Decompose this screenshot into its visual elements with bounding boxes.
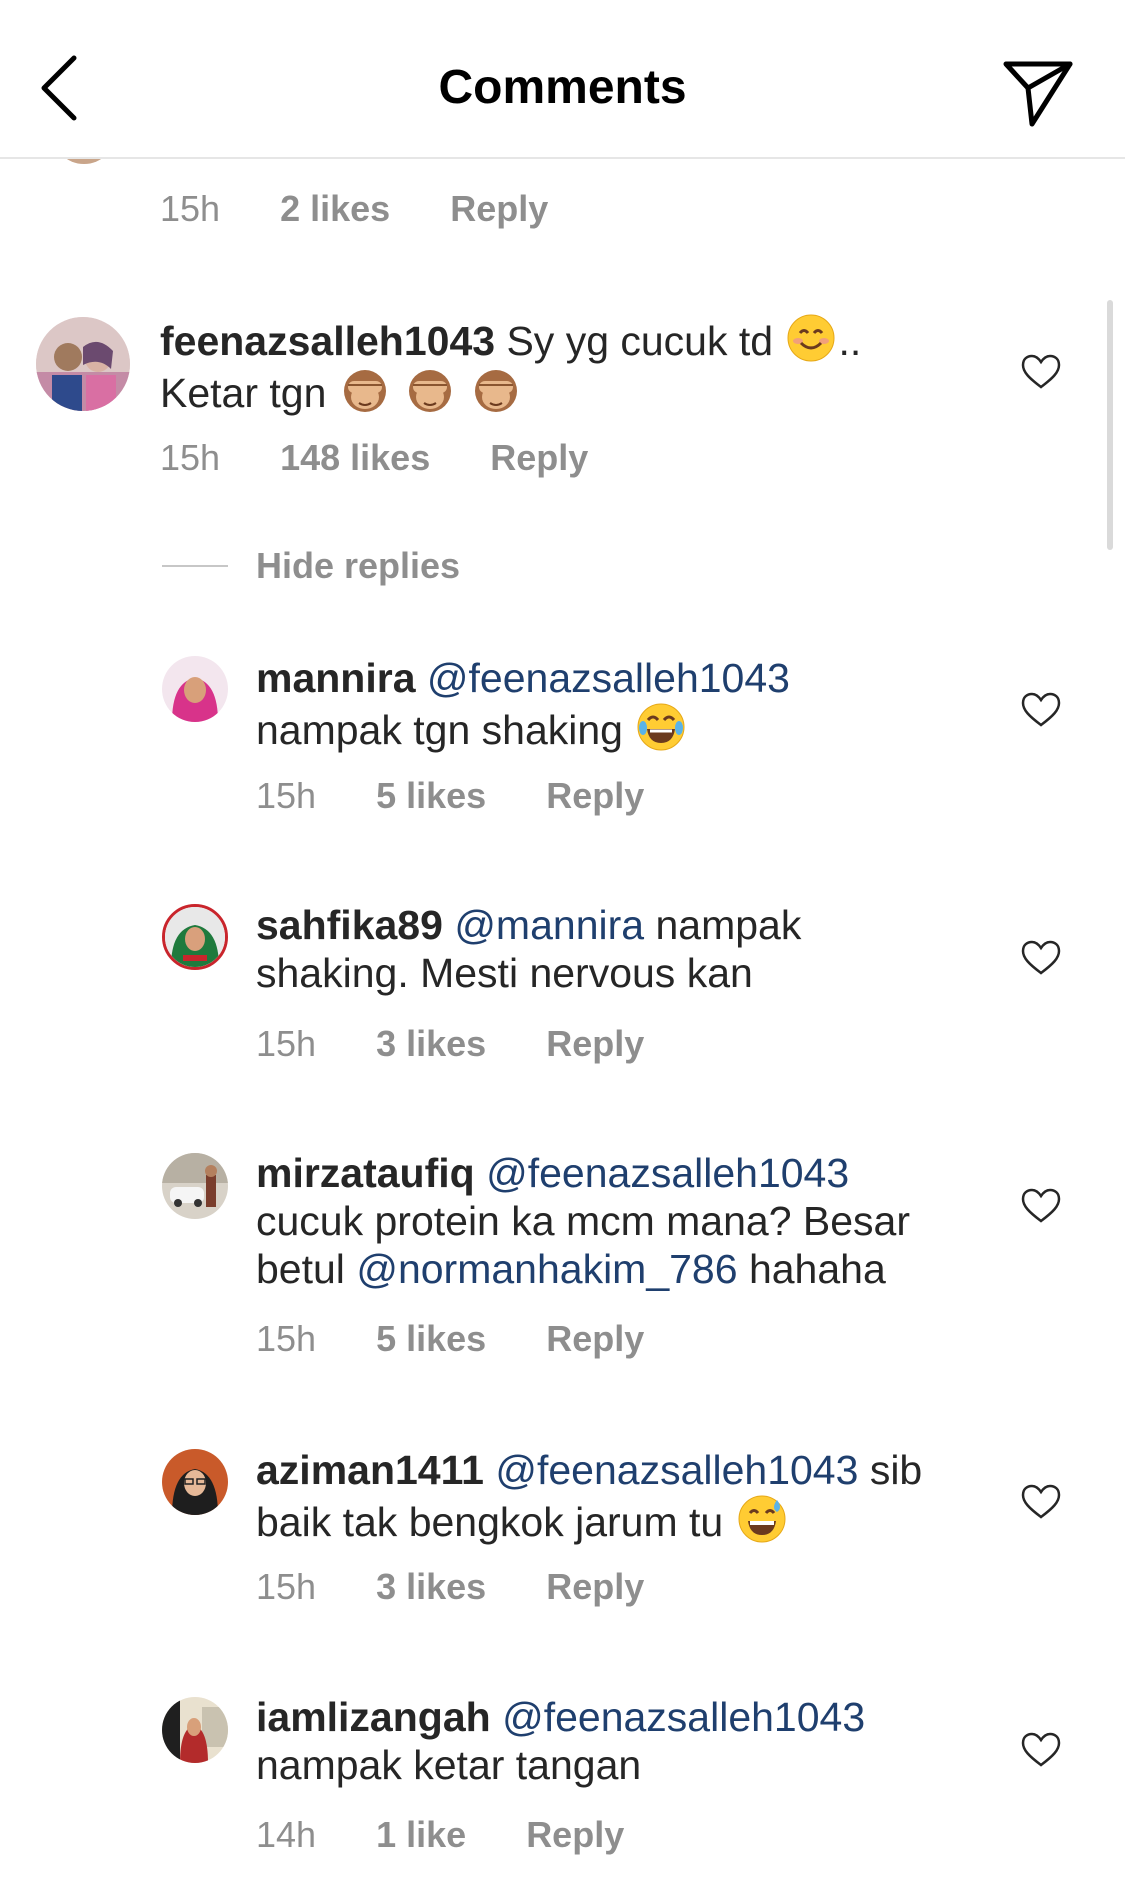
- top-nav-bar: Comments: [0, 0, 1125, 159]
- likes-count[interactable]: 2 likes: [280, 188, 390, 230]
- heart-icon[interactable]: [1021, 354, 1061, 390]
- heart-icon[interactable]: [1021, 1484, 1061, 1520]
- comment-meta: 14h 1 like Reply: [256, 1814, 624, 1856]
- avatar-image: [162, 1449, 228, 1515]
- heart-icon[interactable]: [1021, 1732, 1061, 1768]
- likes-count[interactable]: 3 likes: [376, 1023, 486, 1065]
- likes-count[interactable]: 5 likes: [376, 1318, 486, 1360]
- likes-count[interactable]: 148 likes: [280, 437, 430, 479]
- reply-button[interactable]: Reply: [490, 437, 588, 479]
- reply-button[interactable]: Reply: [546, 1318, 644, 1360]
- comments-list: 15h 2 likes Reply feenazsalleh1043 Sy yg…: [0, 0, 1125, 1889]
- comment-username[interactable]: mannira: [256, 655, 416, 701]
- avatar[interactable]: [162, 1697, 228, 1763]
- comment-meta: 15h 3 likes Reply: [256, 1023, 644, 1065]
- divider: [162, 565, 228, 567]
- comment-meta: 15h 2 likes Reply: [160, 188, 548, 230]
- comment-body: nampak: [655, 902, 802, 948]
- comment-body: sib: [869, 1447, 923, 1493]
- see-no-evil-monkey-emoji-icon: [474, 370, 517, 412]
- comment-username[interactable]: aziman1411: [256, 1447, 484, 1493]
- paper-plane-icon[interactable]: [1000, 58, 1076, 128]
- avatar-image: [162, 1153, 228, 1219]
- reply-button[interactable]: Reply: [546, 1566, 644, 1608]
- heart-icon[interactable]: [1021, 1188, 1061, 1224]
- comment-body: nampak tgn shaking: [256, 707, 623, 753]
- avatar[interactable]: [162, 656, 228, 722]
- comment-body-line2: cucuk protein ka mcm mana? Besar: [256, 1198, 910, 1244]
- see-no-evil-monkey-emoji-icon: [343, 370, 386, 412]
- scrollbar[interactable]: [1107, 300, 1113, 550]
- comment-body-line2: shaking. Mesti nervous kan: [256, 950, 753, 996]
- comment-time: 15h: [160, 188, 221, 229]
- comment-text: mirzataufiq @feenazsalleh1043 cucuk prot…: [256, 1149, 996, 1293]
- comment-body-line2: baik tak bengkok jarum tu: [256, 1499, 724, 1545]
- comment-time: 15h: [160, 437, 221, 478]
- comment-meta: 15h 3 likes Reply: [256, 1566, 644, 1608]
- comment-username[interactable]: sahfika89: [256, 902, 443, 948]
- mention-link[interactable]: @feenazsalleh1043: [427, 655, 790, 701]
- hide-replies-label[interactable]: Hide replies: [256, 545, 460, 587]
- avatar-image: [162, 656, 228, 722]
- comment-body-line2: Ketar tgn: [160, 370, 327, 416]
- likes-count[interactable]: 5 likes: [376, 775, 486, 817]
- comment-body-line3-prefix: betul: [256, 1246, 345, 1292]
- reply-button[interactable]: Reply: [450, 188, 548, 230]
- avatar[interactable]: [162, 904, 228, 970]
- grinning-sweat-emoji-icon: [738, 1495, 786, 1543]
- comment-meta: 15h 5 likes Reply: [256, 775, 644, 817]
- comment-body-suffix: ..: [838, 318, 862, 364]
- avatar[interactable]: [162, 1449, 228, 1515]
- mention-link[interactable]: @mannira: [454, 902, 644, 948]
- comment-time: 15h: [256, 775, 317, 816]
- comment-time: 15h: [256, 1318, 317, 1359]
- page-title: Comments: [438, 61, 687, 114]
- comment-time: 14h: [256, 1814, 317, 1855]
- comment-body: Sy yg cucuk td: [506, 318, 774, 364]
- likes-count[interactable]: 3 likes: [376, 1566, 486, 1608]
- mention-link[interactable]: @feenazsalleh1043: [502, 1694, 865, 1740]
- avatar-image: [165, 907, 225, 967]
- comment-time: 15h: [256, 1023, 317, 1064]
- comment-text: sahfika89 @mannira nampak shaking. Mesti…: [256, 901, 976, 997]
- comment-text: mannira @feenazsalleh1043 nampak tgn sha…: [256, 654, 976, 754]
- avatar-image: [162, 1697, 228, 1763]
- smiling-face-emoji-icon: [787, 314, 835, 362]
- comment-text: feenazsalleh1043 Sy yg cucuk td .. Ketar…: [160, 313, 960, 417]
- comment-meta: 15h 148 likes Reply: [160, 437, 588, 479]
- tears-of-joy-emoji-icon: [637, 703, 685, 751]
- comment-body-line3-suffix: hahaha: [748, 1246, 886, 1292]
- mention-link[interactable]: @feenazsalleh1043: [495, 1447, 858, 1493]
- avatar-image: [36, 317, 130, 411]
- heart-icon[interactable]: [1021, 692, 1061, 728]
- likes-count[interactable]: 1 like: [376, 1814, 466, 1856]
- comment-username[interactable]: feenazsalleh1043: [160, 318, 495, 364]
- reply-button[interactable]: Reply: [526, 1814, 624, 1856]
- reply-button[interactable]: Reply: [546, 1023, 644, 1065]
- mention-link[interactable]: @normanhakim_786: [356, 1246, 737, 1292]
- comment-username[interactable]: mirzataufiq: [256, 1150, 475, 1196]
- comment-time: 15h: [256, 1566, 317, 1607]
- comment-username[interactable]: iamlizangah: [256, 1694, 491, 1740]
- see-no-evil-monkey-emoji-icon: [409, 370, 452, 412]
- comment-text: aziman1411 @feenazsalleh1043 sib baik ta…: [256, 1446, 996, 1546]
- avatar[interactable]: [162, 1153, 228, 1219]
- comment-text: iamlizangah @feenazsalleh1043 nampak ket…: [256, 1693, 996, 1789]
- mention-link[interactable]: @feenazsalleh1043: [486, 1150, 849, 1196]
- comment-body-line2: nampak ketar tangan: [256, 1742, 642, 1788]
- comment-meta: 15h 5 likes Reply: [256, 1318, 644, 1360]
- reply-button[interactable]: Reply: [546, 775, 644, 817]
- avatar[interactable]: [36, 317, 130, 411]
- heart-icon[interactable]: [1021, 940, 1061, 976]
